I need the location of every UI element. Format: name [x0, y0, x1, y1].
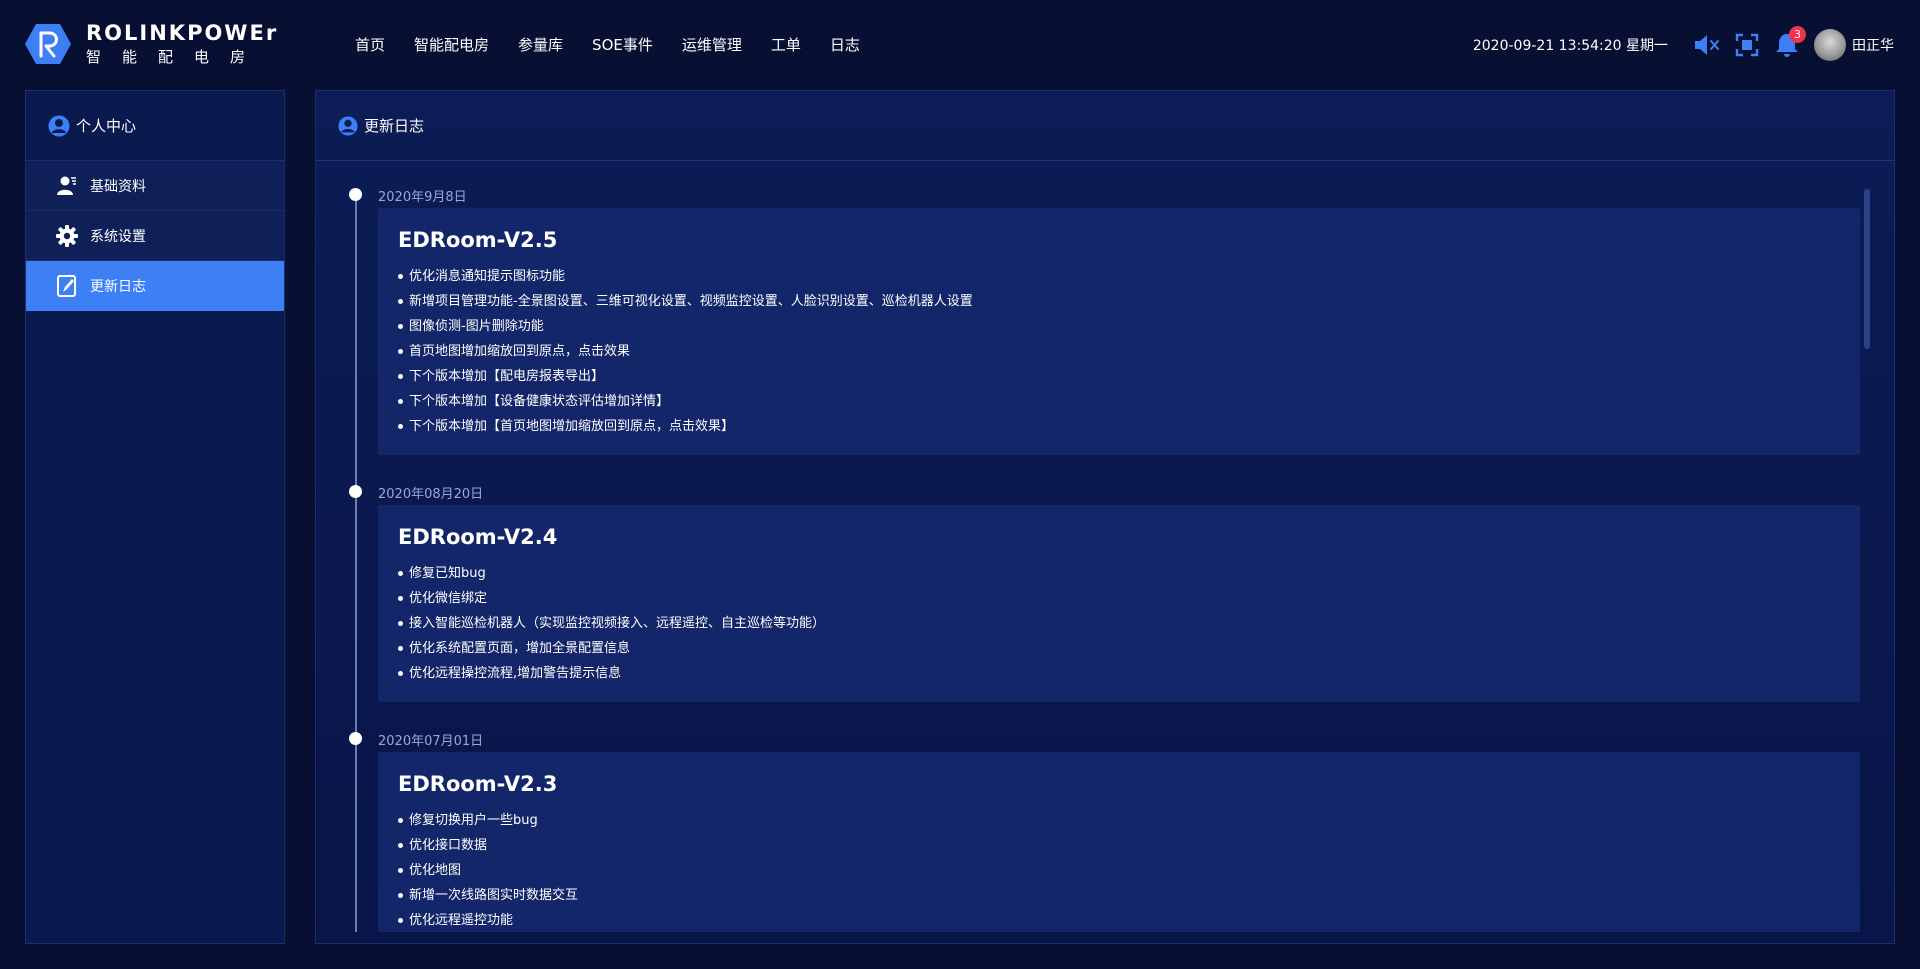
list-item: 优化接口数据 [398, 833, 1840, 858]
brand-name: ROLINKPOWEr [86, 21, 279, 45]
nav-smart-room[interactable]: 智能配电房 [414, 34, 489, 55]
list-item: 接入智能巡检机器人（实现监控视频接入、远程遥控、自主巡检等功能） [398, 611, 1840, 636]
brand-subtitle: 智能配电房 [86, 48, 267, 66]
main-panel: 更新日志 2020年9月8日 EDRoom-V2.5 优化消息通知提示图标功能 … [315, 90, 1895, 944]
top-header: ROLINKPOWEr 智能配电房 首页 智能配电房 参量库 SOE事件 运维管… [0, 0, 1920, 90]
sidebar-title: 个人中心 [76, 117, 137, 135]
list-item: 下个版本增加【首页地图增加缩放回到原点，点击效果】 [398, 414, 1840, 439]
timeline-dot [349, 732, 362, 745]
nav-logs[interactable]: 日志 [830, 34, 860, 55]
timeline-dot [349, 188, 362, 201]
sidebar: 个人中心 基础资料 系统设置 更新日志 [25, 90, 285, 944]
gear-icon [56, 224, 78, 247]
list-item: 修复已知bug [398, 561, 1840, 586]
page-title: 更新日志 [364, 117, 425, 135]
entry-changes: 优化消息通知提示图标功能 新增项目管理功能-全景图设置、三维可视化设置、视频监控… [398, 264, 1840, 439]
entry-card: EDRoom-V2.4 修复已知bug 优化微信绑定 接入智能巡检机器人（实现监… [378, 505, 1860, 702]
entry-date: 2020年9月8日 [378, 190, 467, 205]
avatar[interactable] [1814, 29, 1846, 61]
list-item: 优化微信绑定 [398, 586, 1840, 611]
notification-badge: 3 [1789, 26, 1806, 43]
sidebar-item-update-log[interactable]: 更新日志 [26, 261, 284, 311]
list-item: 优化系统配置页面，增加全景配置信息 [398, 636, 1840, 661]
entry-date: 2020年07月01日 [378, 734, 484, 749]
list-item: 修复切换用户一些bug [398, 808, 1840, 833]
list-item: 新增一次线路图实时数据交互 [398, 883, 1840, 908]
username[interactable]: 田正华 [1852, 35, 1894, 55]
profile-icon [338, 115, 358, 136]
list-item: 下个版本增加【配电房报表导出】 [398, 364, 1840, 389]
profile-icon [48, 115, 70, 136]
sidebar-item-label: 基础资料 [90, 178, 146, 195]
entry-card: EDRoom-V2.5 优化消息通知提示图标功能 新增项目管理功能-全景图设置、… [378, 208, 1860, 455]
list-item: 新增项目管理功能-全景图设置、三维可视化设置、视频监控设置、人脸识别设置、巡检机… [398, 289, 1840, 314]
nav-work-orders[interactable]: 工单 [771, 34, 801, 55]
user-info-icon [57, 176, 76, 195]
entry-version: EDRoom-V2.3 [398, 772, 558, 796]
entry-version: EDRoom-V2.4 [398, 525, 558, 549]
list-item: 图像侦测-图片删除功能 [398, 314, 1840, 339]
nav-parameter-library[interactable]: 参量库 [518, 34, 563, 55]
list-item: 优化远程操控流程,增加警告提示信息 [398, 661, 1840, 686]
nav-soe-events[interactable]: SOE事件 [592, 34, 653, 55]
list-item: 优化地图 [398, 858, 1840, 883]
logo[interactable]: ROLINKPOWEr 智能配电房 [24, 22, 278, 66]
sidebar-item-label: 更新日志 [90, 278, 146, 295]
list-item: 下个版本增加【设备健康状态评估增加详情】 [398, 389, 1840, 414]
nav-home[interactable]: 首页 [355, 34, 385, 55]
bell-icon[interactable]: 3 [1772, 26, 1806, 60]
main-nav: 首页 智能配电房 参量库 SOE事件 运维管理 工单 日志 [355, 34, 889, 55]
mute-icon[interactable] [1692, 30, 1722, 60]
update-timeline[interactable]: 2020年9月8日 EDRoom-V2.5 优化消息通知提示图标功能 新增项目管… [316, 162, 1894, 932]
main-header: 更新日志 [316, 91, 1894, 161]
entry-version: EDRoom-V2.5 [398, 228, 558, 252]
list-item: 优化远程遥控功能 [398, 908, 1840, 932]
entry-changes: 修复切换用户一些bug 优化接口数据 优化地图 新增一次线路图实时数据交互 优化… [398, 808, 1840, 932]
entry-card: EDRoom-V2.3 修复切换用户一些bug 优化接口数据 优化地图 新增一次… [378, 752, 1860, 932]
logo-hex-icon [25, 24, 71, 64]
header-right: 2020-09-21 13:54:20 星期一 3 田正华 [1473, 26, 1894, 64]
timeline-dot [349, 485, 362, 498]
list-item: 优化消息通知提示图标功能 [398, 264, 1840, 289]
nav-operations[interactable]: 运维管理 [682, 34, 742, 55]
sidebar-item-basic-info[interactable]: 基础资料 [26, 161, 284, 211]
list-item: 首页地图增加缩放回到原点，点击效果 [398, 339, 1840, 364]
entry-changes: 修复已知bug 优化微信绑定 接入智能巡检机器人（实现监控视频接入、远程遥控、自… [398, 561, 1840, 686]
datetime-display: 2020-09-21 13:54:20 星期一 [1472, 38, 1668, 54]
fullscreen-icon[interactable] [1732, 30, 1762, 60]
sidebar-item-system-settings[interactable]: 系统设置 [26, 211, 284, 261]
sidebar-item-label: 系统设置 [90, 228, 146, 245]
timeline-line [355, 190, 357, 932]
sidebar-header: 个人中心 [26, 91, 284, 161]
notebook-icon [57, 274, 76, 297]
scrollbar[interactable] [1864, 189, 1870, 349]
entry-date: 2020年08月20日 [378, 487, 484, 502]
